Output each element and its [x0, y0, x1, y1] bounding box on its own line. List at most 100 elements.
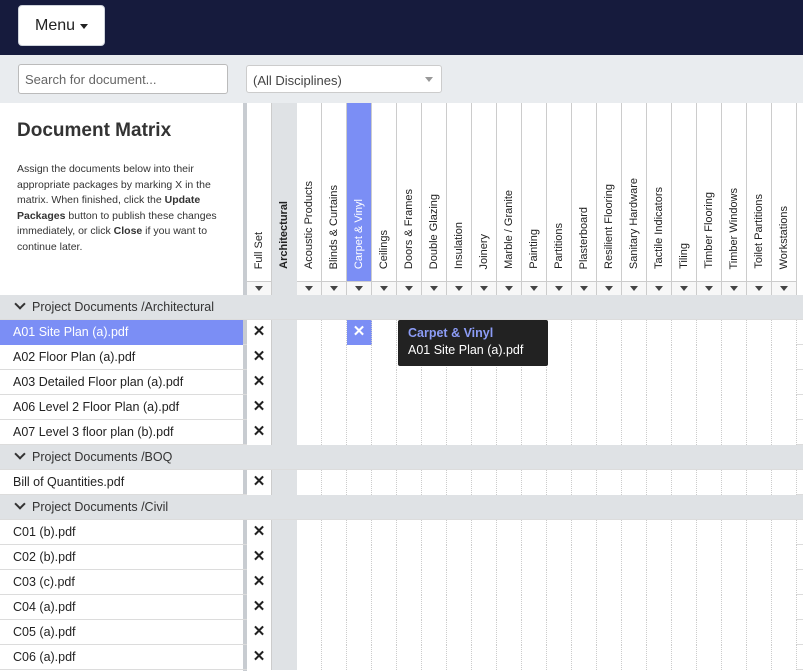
full-set-mark[interactable]: ✕ [247, 645, 272, 670]
document-name[interactable]: A06 Level 2 Floor Plan (a).pdf [0, 395, 243, 420]
matrix-cell[interactable] [447, 545, 472, 570]
matrix-cell[interactable] [622, 545, 647, 570]
matrix-cell[interactable] [397, 470, 422, 495]
matrix-cell[interactable] [347, 370, 372, 395]
matrix-cell[interactable] [772, 645, 797, 670]
matrix-cell[interactable] [772, 320, 797, 345]
matrix-cell[interactable] [772, 395, 797, 420]
matrix-cell[interactable] [722, 420, 747, 445]
column-menu-arrow-icon[interactable] [322, 281, 346, 295]
matrix-cell[interactable] [522, 370, 547, 395]
matrix-cell[interactable] [772, 620, 797, 645]
matrix-cell[interactable] [747, 545, 772, 570]
matrix-cell[interactable] [647, 470, 672, 495]
matrix-cell[interactable] [522, 570, 547, 595]
matrix-cell[interactable] [422, 545, 447, 570]
column-menu-arrow-icon[interactable] [672, 281, 696, 295]
matrix-cell[interactable] [547, 545, 572, 570]
column-header[interactable]: Insulation [447, 103, 472, 295]
matrix-cell[interactable] [522, 395, 547, 420]
matrix-cell[interactable] [672, 345, 697, 370]
matrix-cell[interactable] [747, 645, 772, 670]
matrix-cell[interactable] [472, 645, 497, 670]
matrix-cell[interactable] [747, 570, 772, 595]
matrix-cell[interactable] [497, 620, 522, 645]
full-set-mark[interactable]: ✕ [247, 370, 272, 395]
matrix-cell[interactable] [297, 645, 322, 670]
matrix-cell[interactable] [697, 545, 722, 570]
matrix-cell[interactable] [747, 520, 772, 545]
matrix-cell[interactable] [572, 570, 597, 595]
matrix-cell[interactable] [572, 470, 597, 495]
matrix-cell[interactable] [322, 645, 347, 670]
matrix-cell[interactable] [372, 595, 397, 620]
matrix-cell[interactable] [347, 595, 372, 620]
matrix-cell[interactable] [647, 395, 672, 420]
matrix-cell[interactable] [772, 595, 797, 620]
column-menu-arrow-icon[interactable] [697, 281, 721, 295]
matrix-cell[interactable] [622, 345, 647, 370]
matrix-cell[interactable] [397, 395, 422, 420]
matrix-cell[interactable] [672, 520, 697, 545]
matrix-cell[interactable] [422, 520, 447, 545]
matrix-cell[interactable] [622, 520, 647, 545]
full-set-mark[interactable]: ✕ [247, 345, 272, 370]
matrix-cell[interactable] [597, 570, 622, 595]
matrix-cell[interactable] [372, 645, 397, 670]
column-header[interactable]: Acoustic Products [297, 103, 322, 295]
document-name[interactable]: A07 Level 3 floor plan (b).pdf [0, 420, 243, 445]
matrix-cell[interactable] [322, 395, 347, 420]
chevron-down-icon[interactable] [14, 498, 26, 510]
matrix-cell[interactable] [322, 420, 347, 445]
matrix-cell[interactable] [622, 395, 647, 420]
discipline-select[interactable]: (All Disciplines) [246, 65, 442, 93]
matrix-cell[interactable] [597, 420, 622, 445]
matrix-cell[interactable] [397, 570, 422, 595]
matrix-cell[interactable] [747, 470, 772, 495]
matrix-cell[interactable] [497, 645, 522, 670]
search-input[interactable] [18, 64, 228, 94]
matrix-cell[interactable] [472, 620, 497, 645]
matrix-cell[interactable] [722, 520, 747, 545]
matrix-cell[interactable] [347, 470, 372, 495]
matrix-cell[interactable] [322, 570, 347, 595]
column-header[interactable]: Ceilings [372, 103, 397, 295]
table-row[interactable]: Bill of Quantities.pdf ✕ [0, 470, 803, 495]
matrix-cell[interactable] [372, 320, 397, 345]
matrix-cell[interactable] [297, 520, 322, 545]
matrix-cell[interactable] [497, 395, 522, 420]
matrix-cell[interactable] [397, 620, 422, 645]
matrix-cell[interactable] [647, 595, 672, 620]
matrix-cell[interactable] [297, 470, 322, 495]
matrix-cell[interactable] [672, 620, 697, 645]
matrix-cell[interactable] [472, 470, 497, 495]
column-header[interactable]: Resilient Flooring [597, 103, 622, 295]
matrix-cell[interactable] [372, 420, 397, 445]
matrix-cell[interactable] [522, 595, 547, 620]
column-header[interactable]: Workstations [772, 103, 797, 295]
full-set-mark[interactable]: ✕ [247, 320, 272, 345]
column-menu-arrow-icon[interactable] [722, 281, 746, 295]
matrix-cell[interactable] [297, 595, 322, 620]
matrix-cell[interactable] [397, 595, 422, 620]
matrix-cell[interactable] [622, 320, 647, 345]
matrix-cell[interactable] [672, 395, 697, 420]
matrix-cell[interactable] [747, 320, 772, 345]
matrix-cell[interactable] [772, 520, 797, 545]
matrix-cell[interactable] [722, 370, 747, 395]
column-header[interactable]: Tiling [672, 103, 697, 295]
matrix-cell[interactable] [397, 520, 422, 545]
matrix-cell[interactable] [647, 320, 672, 345]
table-row[interactable]: A07 Level 3 floor plan (b).pdf ✕ [0, 420, 803, 445]
matrix-cell[interactable] [747, 420, 772, 445]
group-row[interactable]: Project Documents /Civil [0, 495, 803, 520]
column-menu-arrow-icon[interactable] [247, 281, 271, 295]
menu-button[interactable]: Menu [18, 5, 105, 46]
column-menu-arrow-icon[interactable] [447, 281, 471, 295]
column-header[interactable]: Architectural [272, 103, 297, 295]
document-name[interactable]: C01 (b).pdf [0, 520, 243, 545]
matrix-cell[interactable] [472, 545, 497, 570]
column-menu-arrow-icon[interactable] [622, 281, 646, 295]
matrix-cell[interactable] [597, 345, 622, 370]
matrix-cell[interactable] [722, 320, 747, 345]
